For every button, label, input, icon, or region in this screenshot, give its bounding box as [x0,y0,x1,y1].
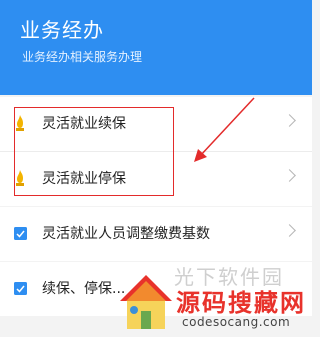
watermark-url: codesocang.com [182,315,291,329]
house-logo-icon [120,275,172,329]
chevron-right-icon [283,169,296,182]
chevron-right-icon [283,224,296,237]
watermark: 光下软件园 源码搜藏网 codesocang.com [112,265,312,337]
page-title: 业务经办 [20,18,104,42]
service-item-label: 灵活就业人员调整缴费基数 [42,226,210,242]
chevron-right-icon [283,114,296,127]
watermark-brand: 源码搜藏网 [176,289,306,317]
document-icon [14,227,27,240]
service-item-adjust-base[interactable]: 灵活就业人员调整缴费基数 [0,207,312,261]
page-subtitle: 业务经办相关服务办理 [22,50,143,64]
page-header: 业务经办 业务经办相关服务办理 [0,0,312,95]
document-icon [14,282,27,295]
annotation-highlight-box [14,107,174,196]
